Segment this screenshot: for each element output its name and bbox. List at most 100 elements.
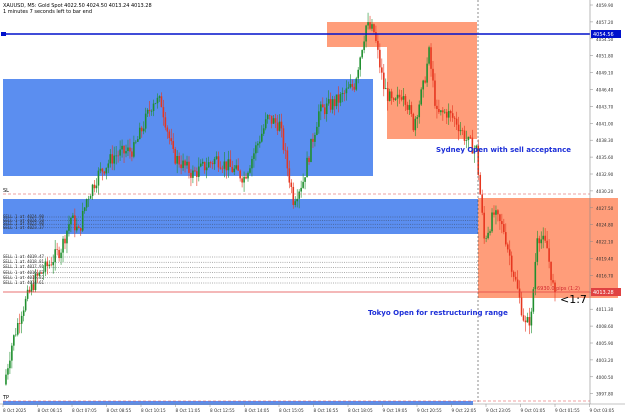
candle-body [270, 115, 273, 124]
candle-body [440, 110, 442, 113]
candle-body [499, 214, 501, 222]
candle-body [186, 161, 188, 166]
candle-body [68, 224, 70, 231]
candle-body [286, 150, 289, 169]
time-tick-label: 9 Oct 01:55 [555, 408, 580, 413]
candle-body [268, 115, 271, 116]
candle-body [323, 107, 326, 115]
candle-body [188, 161, 190, 173]
price-tick-label: 4051.80 [596, 54, 614, 59]
price-chart[interactable]: 4059.904057.204054.504051.804049.104046.… [0, 0, 625, 417]
time-tick-label: 8 Oct 10:15 [141, 408, 166, 413]
candle-body [526, 317, 529, 323]
price-tick-label: 4027.50 [596, 206, 614, 211]
candle-body [52, 262, 54, 266]
candle-body [182, 160, 184, 169]
time-tick-label: 8 Oct 16:55 [314, 408, 339, 413]
candle-body [430, 47, 432, 69]
candle-body [280, 121, 283, 129]
candle-body [259, 141, 261, 144]
candle-body [327, 99, 330, 104]
price-tick-label: 4049.10 [596, 71, 614, 76]
candle-body [465, 140, 468, 141]
candle-body [164, 117, 167, 128]
price-tick-label: 4022.10 [596, 240, 614, 245]
candle-body [548, 248, 550, 262]
time-tick-label: 9 Oct 20:55 [417, 408, 442, 413]
candle-body [384, 88, 387, 90]
orange-zone-tokyo [478, 198, 618, 298]
pips-label: 6930.0 pips (1:2) [537, 286, 580, 292]
candle-body [457, 124, 460, 132]
price-tick-label: 4057.20 [596, 20, 614, 25]
price-tick-label: 4024.80 [596, 223, 614, 228]
candle-body [544, 235, 546, 241]
candle-body [127, 147, 129, 152]
candle-body [428, 47, 430, 64]
candle-body [257, 143, 259, 146]
candle-body [483, 212, 485, 239]
candle-body [243, 176, 245, 183]
candle-body [414, 118, 417, 131]
candle-body [310, 138, 312, 162]
candle-body [288, 168, 291, 183]
candle-body [510, 255, 513, 272]
time-tick-label: 8 Oct 06:15 [38, 408, 63, 413]
candle-body [196, 171, 198, 177]
candle-body [532, 289, 535, 312]
price-tick-label: 4035.60 [596, 155, 614, 160]
candle-body [371, 24, 373, 29]
candle-body [390, 91, 393, 99]
risk-reward-ratio: <1:7 [560, 293, 587, 306]
candle-body [412, 113, 415, 131]
candle-body [105, 167, 108, 174]
candle-body [235, 165, 238, 169]
candle-body [264, 119, 267, 129]
candle-body [442, 110, 444, 113]
candle-body [58, 249, 60, 259]
time-tick-label: 8 Oct 2025 [3, 408, 27, 413]
candle-body [60, 252, 62, 259]
candle-body [491, 212, 493, 232]
candle-body [140, 127, 143, 132]
candle-body [359, 57, 361, 70]
candle-body [453, 117, 456, 119]
blue-line-handle[interactable] [1, 32, 6, 36]
time-tick-label: 9 Oct 01:05 [521, 408, 546, 413]
price-tick-label: 4059.90 [596, 3, 614, 8]
candle-body [85, 199, 88, 208]
candle-body [495, 210, 497, 215]
candle-body [194, 170, 196, 172]
price-tick-label: 4011.30 [596, 307, 614, 312]
candle-body [449, 111, 452, 114]
blue-price-tag-label: 4054.56 [593, 32, 614, 38]
candle-body [152, 103, 155, 112]
candle-body [357, 69, 360, 79]
candle-body [505, 232, 507, 245]
candle-body [28, 289, 31, 292]
candle-body [76, 226, 78, 231]
candle-body [369, 22, 371, 29]
candle-body [469, 136, 472, 138]
price-tick-label: 4016.70 [596, 273, 614, 278]
candle-body [333, 99, 336, 107]
candle-body [306, 157, 308, 178]
candle-body [373, 24, 375, 33]
candle-body [115, 155, 117, 157]
candle-body [426, 63, 428, 83]
candle-body [119, 149, 121, 156]
price-tick-label: 4046.40 [596, 88, 614, 93]
candle-body [506, 244, 509, 250]
candle-body [89, 196, 92, 199]
candle-body [253, 153, 255, 159]
candle-body [341, 93, 344, 95]
candle-body [536, 238, 539, 262]
time-tick-label: 8 Oct 11:05 [176, 408, 201, 413]
candle-body [9, 360, 11, 369]
candle-body [489, 231, 491, 233]
time-tick-label: 9 Oct 22:05 [452, 408, 477, 413]
candle-body [170, 138, 173, 142]
candle-body [239, 170, 241, 179]
sl-marker: SL [3, 188, 9, 194]
candle-body [227, 159, 230, 171]
